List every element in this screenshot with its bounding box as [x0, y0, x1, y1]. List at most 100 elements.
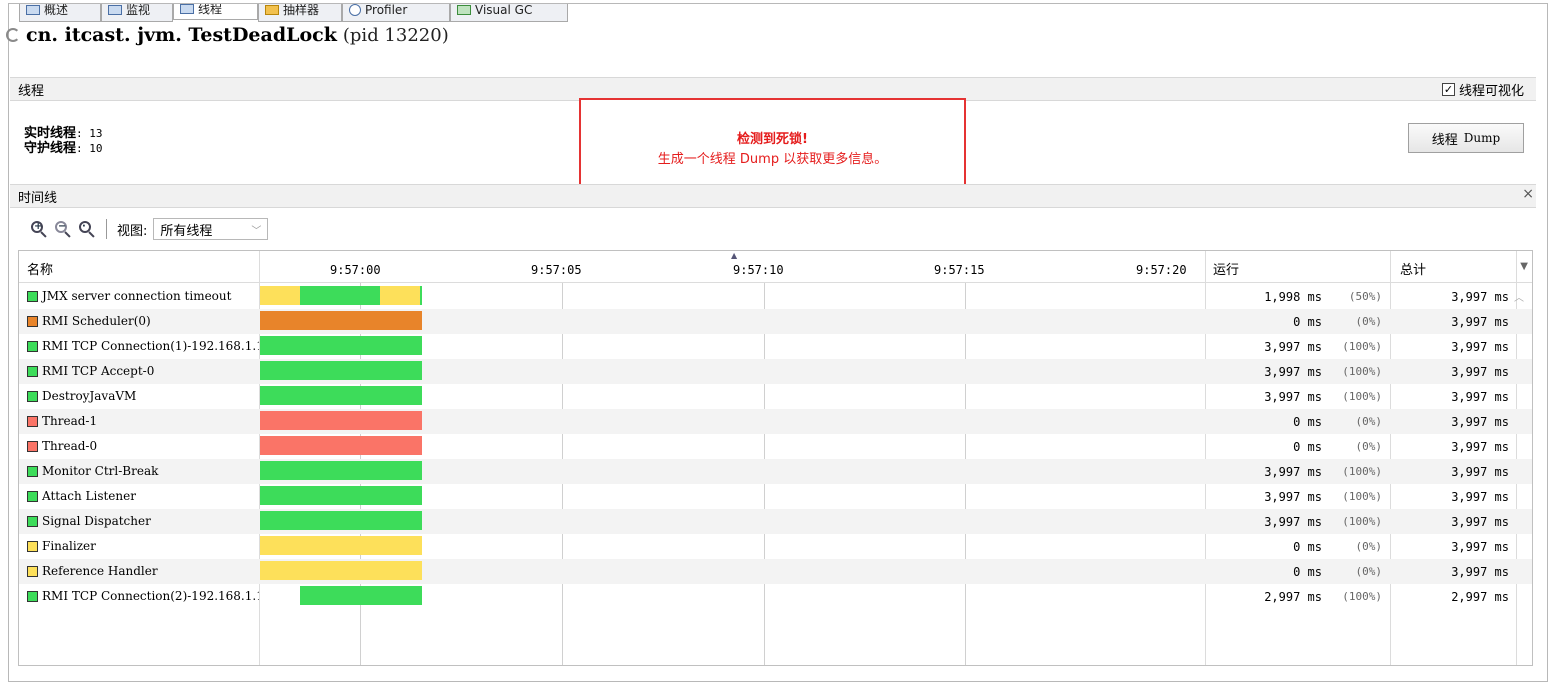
tab-visual-gc[interactable]: Visual GC: [450, 4, 568, 22]
running-time: 0 ms: [1293, 440, 1322, 454]
zoom-fit-icon[interactable]: ·: [78, 220, 96, 238]
table-row[interactable]: RMI TCP Connection(1)-192.168.1.1 3,997 m…: [19, 334, 1532, 359]
thread-name-text: RMI TCP Accept-0: [42, 364, 155, 378]
total-time: 3,997 ms: [1451, 465, 1509, 479]
timeline-section-title: 时间线: [18, 190, 58, 206]
thread-name-text: Thread-1: [42, 414, 98, 428]
thread-state-swatch: [27, 540, 38, 552]
running-time: 2,997 ms: [1264, 590, 1322, 604]
thread-name: JMX server connection timeout: [27, 289, 259, 303]
thread-name-text: RMI TCP Connection(1)-192.168.1.1: [42, 339, 259, 353]
table-row[interactable]: RMI TCP Connection(2)-192.168.1.1 2,997 m…: [19, 584, 1532, 609]
thread-name-text: Finalizer: [42, 539, 96, 553]
running-percent: (0%): [1355, 315, 1383, 328]
thread-name-text: RMI Scheduler(0): [42, 314, 151, 328]
chevron-down-icon: ﹀: [251, 225, 262, 237]
close-icon[interactable]: ×: [1522, 186, 1534, 202]
timeline-bar: [260, 311, 422, 330]
thread-state-swatch: [27, 490, 38, 502]
visual-gc-icon: [457, 4, 471, 15]
view-select[interactable]: 所有线程 ﹀: [153, 218, 269, 240]
daemon-threads-label: 守护线程: [24, 141, 77, 156]
table-row[interactable]: Finalizer 0 ms (0%) 3,997 ms: [19, 534, 1532, 559]
timeline-tick: 9:57:00: [330, 263, 381, 277]
live-threads-label: 实时线程: [24, 126, 77, 141]
total-time: 3,997 ms: [1451, 315, 1509, 329]
page-title: cn. itcast. jvm. TestDeadLock: [26, 24, 337, 46]
timeline-bar: [260, 436, 422, 455]
thread-state-swatch: [27, 440, 38, 452]
thread-state-swatch: [27, 365, 38, 377]
total-time: 3,997 ms: [1451, 565, 1509, 579]
table-row[interactable]: JMX server connection timeout 1,998 ms (50…: [19, 284, 1532, 309]
running-time: 3,997 ms: [1264, 340, 1322, 354]
timeline-bar: [260, 411, 422, 430]
running-time: 3,997 ms: [1264, 490, 1322, 504]
running-percent: (100%): [1342, 465, 1382, 478]
running-time: 3,997 ms: [1264, 465, 1322, 479]
running-time: 1,998 ms: [1264, 290, 1322, 304]
thread-name: DestroyJavaVM: [27, 389, 259, 403]
threads-section-title: 线程: [18, 83, 45, 99]
thread-state-swatch: [27, 415, 38, 427]
header-name[interactable]: 名称: [27, 259, 53, 278]
table-row[interactable]: RMI Scheduler(0) 0 ms (0%) 3,997 ms: [19, 309, 1532, 334]
thread-name: Monitor Ctrl-Break: [27, 464, 259, 478]
header-total[interactable]: 总计: [1400, 259, 1426, 278]
timeline-tick: 9:57:15: [934, 263, 985, 277]
running-percent: (50%): [1348, 290, 1382, 303]
running-percent: (100%): [1342, 590, 1382, 603]
monitor-icon: [108, 4, 122, 15]
table-row[interactable]: Thread-0 0 ms (0%) 3,997 ms: [19, 434, 1532, 459]
thread-state-swatch: [27, 590, 38, 602]
thread-name: Thread-1: [27, 414, 259, 428]
thread-state-swatch: [27, 290, 38, 302]
timeline-bar: [260, 536, 422, 555]
pid-label: (pid 13220): [342, 24, 449, 46]
table-row[interactable]: Thread-1 0 ms (0%) 3,997 ms: [19, 409, 1532, 434]
thread-name: Signal Dispatcher: [27, 514, 259, 528]
visualize-threads-label: 线程可视化: [1458, 84, 1524, 99]
zoom-in-icon[interactable]: +: [30, 220, 48, 238]
view-select-value: 所有线程: [160, 223, 213, 239]
thread-dump-button[interactable]: 线程 Dump: [1408, 123, 1524, 153]
visualize-threads-checkbox[interactable]: ✓ 线程可视化: [1441, 80, 1524, 99]
timeline-toolbar: + − · 视图: 所有线程 ﹀: [30, 216, 269, 242]
total-time: 3,997 ms: [1451, 515, 1509, 529]
table-row[interactable]: RMI TCP Accept-0 3,997 ms (100%) 3,997 ms: [19, 359, 1532, 384]
running-percent: (0%): [1355, 540, 1383, 553]
scroll-up-icon[interactable]: ︿: [1514, 289, 1524, 304]
total-time: 3,997 ms: [1451, 540, 1509, 554]
thread-name-text: DestroyJavaVM: [42, 389, 137, 403]
column-menu-icon[interactable]: ▼: [1520, 261, 1528, 272]
running-percent: (100%): [1342, 515, 1382, 528]
timeline-marker-icon: ▲: [731, 251, 738, 260]
thread-state-swatch: [27, 315, 38, 327]
profiler-icon: [349, 4, 361, 16]
page-title-row: cn. itcast. jvm. TestDeadLock (pid 13220…: [6, 20, 449, 50]
table-row[interactable]: Monitor Ctrl-Break 3,997 ms (100%) 3,997 ms: [19, 459, 1532, 484]
table-row[interactable]: Attach Listener 3,997 ms (100%) 3,997 ms: [19, 484, 1532, 509]
total-time: 3,997 ms: [1451, 390, 1509, 404]
total-time: 2,997 ms: [1451, 590, 1509, 604]
zoom-out-icon[interactable]: −: [54, 220, 72, 238]
thread-name-text: JMX server connection timeout: [42, 289, 232, 303]
tab-threads[interactable]: 线程: [173, 4, 258, 20]
overview-icon: [26, 4, 40, 15]
thread-name-text: RMI TCP Connection(2)-192.168.1.1: [42, 589, 259, 603]
thread-name: Finalizer: [27, 539, 259, 553]
table-row[interactable]: DestroyJavaVM 3,997 ms (100%) 3,997 ms: [19, 384, 1532, 409]
header-running[interactable]: 运行: [1213, 259, 1239, 278]
table-row[interactable]: Reference Handler 0 ms (0%) 3,997 ms: [19, 559, 1532, 584]
table-row[interactable]: Signal Dispatcher 3,997 ms (100%) 3,997 ms: [19, 509, 1532, 534]
total-time: 3,997 ms: [1451, 340, 1509, 354]
timeline-bar: [260, 286, 300, 305]
total-time: 3,997 ms: [1451, 440, 1509, 454]
threads-table: 名称 9:57:00 9:57:05 ▲ 9:57:10 9:57:15 9:5…: [18, 250, 1533, 666]
running-time: 3,997 ms: [1264, 365, 1322, 379]
running-time: 0 ms: [1293, 565, 1322, 579]
running-percent: (0%): [1355, 565, 1383, 578]
checkbox-icon[interactable]: ✓: [1441, 83, 1455, 96]
thread-name: Thread-0: [27, 439, 259, 453]
running-percent: (100%): [1342, 340, 1382, 353]
